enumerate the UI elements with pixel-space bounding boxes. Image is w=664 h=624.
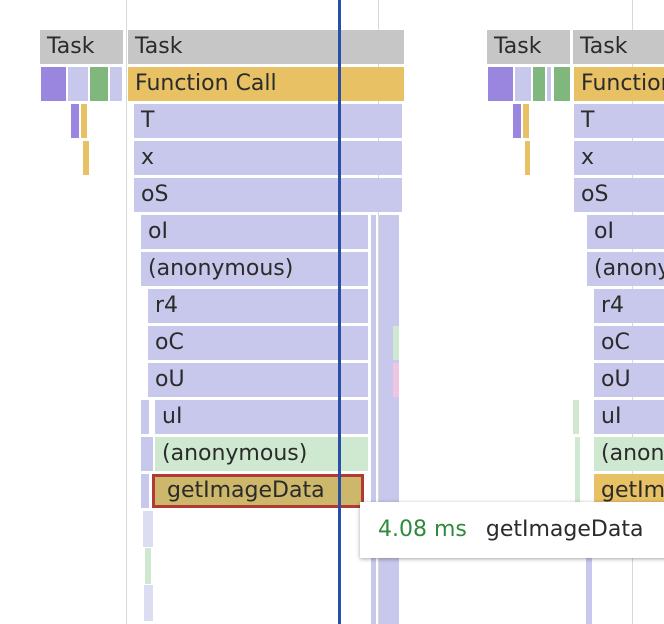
event-chip[interactable] bbox=[41, 67, 66, 101]
frame-sliver bbox=[143, 511, 153, 547]
frame-bar[interactable]: x bbox=[134, 141, 402, 175]
event-chip[interactable] bbox=[90, 67, 108, 101]
frame-bar[interactable]: x bbox=[574, 141, 664, 175]
frame-bar[interactable]: uI bbox=[594, 400, 664, 434]
frame-bar[interactable]: T bbox=[574, 104, 664, 138]
frame-sliver bbox=[371, 215, 376, 624]
frame-sliver bbox=[141, 474, 149, 508]
frame-sliver bbox=[141, 400, 149, 434]
frame-bar[interactable]: oC bbox=[148, 326, 368, 360]
frame-bar[interactable]: oS bbox=[574, 178, 664, 212]
grid-line bbox=[126, 0, 127, 624]
task-bar[interactable]: Task bbox=[573, 30, 664, 64]
frame-bar[interactable]: T bbox=[134, 104, 402, 138]
event-chip[interactable] bbox=[547, 67, 551, 101]
frame-sliver bbox=[575, 437, 580, 508]
event-chip[interactable] bbox=[515, 67, 531, 101]
frame-bar[interactable]: r4 bbox=[594, 289, 664, 323]
frame-bar[interactable]: uI bbox=[155, 400, 368, 434]
tooltip-name: getImageData bbox=[485, 517, 644, 542]
frame-sliver bbox=[393, 326, 399, 360]
frame-sliver bbox=[144, 585, 153, 621]
frame-bar[interactable]: oI bbox=[141, 215, 368, 249]
frame-sliver bbox=[145, 548, 151, 584]
tooltip-duration: 4.08 ms bbox=[378, 517, 467, 542]
event-chip[interactable] bbox=[513, 104, 521, 138]
time-cursor-line[interactable] bbox=[338, 0, 341, 624]
event-chip[interactable] bbox=[81, 104, 87, 138]
event-chip[interactable] bbox=[523, 104, 529, 138]
hover-tooltip: 4.08 ms getImageData bbox=[360, 502, 664, 558]
event-chip[interactable] bbox=[68, 67, 88, 101]
frame-bar[interactable]: oU bbox=[594, 363, 664, 397]
task-bar[interactable]: Task bbox=[487, 30, 570, 64]
frame-bar[interactable]: r4 bbox=[148, 289, 368, 323]
frame-bar[interactable]: oC bbox=[594, 326, 664, 360]
frame-bar[interactable]: (anonymous) bbox=[587, 252, 664, 286]
selected-frame-bar[interactable]: getImageData bbox=[152, 474, 364, 508]
frame-bar[interactable]: (anonymous) bbox=[594, 437, 664, 471]
frame-sliver bbox=[379, 215, 399, 624]
event-chip[interactable] bbox=[554, 67, 570, 101]
frame-sliver bbox=[586, 548, 592, 624]
frame-bar[interactable]: (anonymous) bbox=[155, 437, 368, 471]
task-bar[interactable]: Task bbox=[128, 30, 404, 64]
event-chip[interactable] bbox=[488, 67, 513, 101]
task-bar[interactable]: Task bbox=[40, 30, 123, 64]
frame-bar[interactable]: oI bbox=[587, 215, 664, 249]
event-chip[interactable] bbox=[533, 67, 545, 101]
function-call-bar[interactable]: Function Call bbox=[574, 67, 664, 101]
event-chip[interactable] bbox=[525, 141, 530, 175]
frame-sliver bbox=[573, 400, 579, 434]
frame-sliver bbox=[393, 363, 399, 397]
event-chip[interactable] bbox=[110, 67, 122, 101]
frame-bar[interactable]: oS bbox=[134, 178, 402, 212]
flame-chart[interactable]: Task Task Function Call T x oS oI (anony… bbox=[0, 0, 664, 624]
frame-bar[interactable]: oU bbox=[148, 363, 368, 397]
frame-bar[interactable]: (anonymous) bbox=[141, 252, 368, 286]
event-chip[interactable] bbox=[71, 104, 79, 138]
event-chip[interactable] bbox=[83, 141, 89, 175]
function-call-bar[interactable]: Function Call bbox=[128, 67, 404, 101]
frame-sliver bbox=[141, 437, 153, 471]
